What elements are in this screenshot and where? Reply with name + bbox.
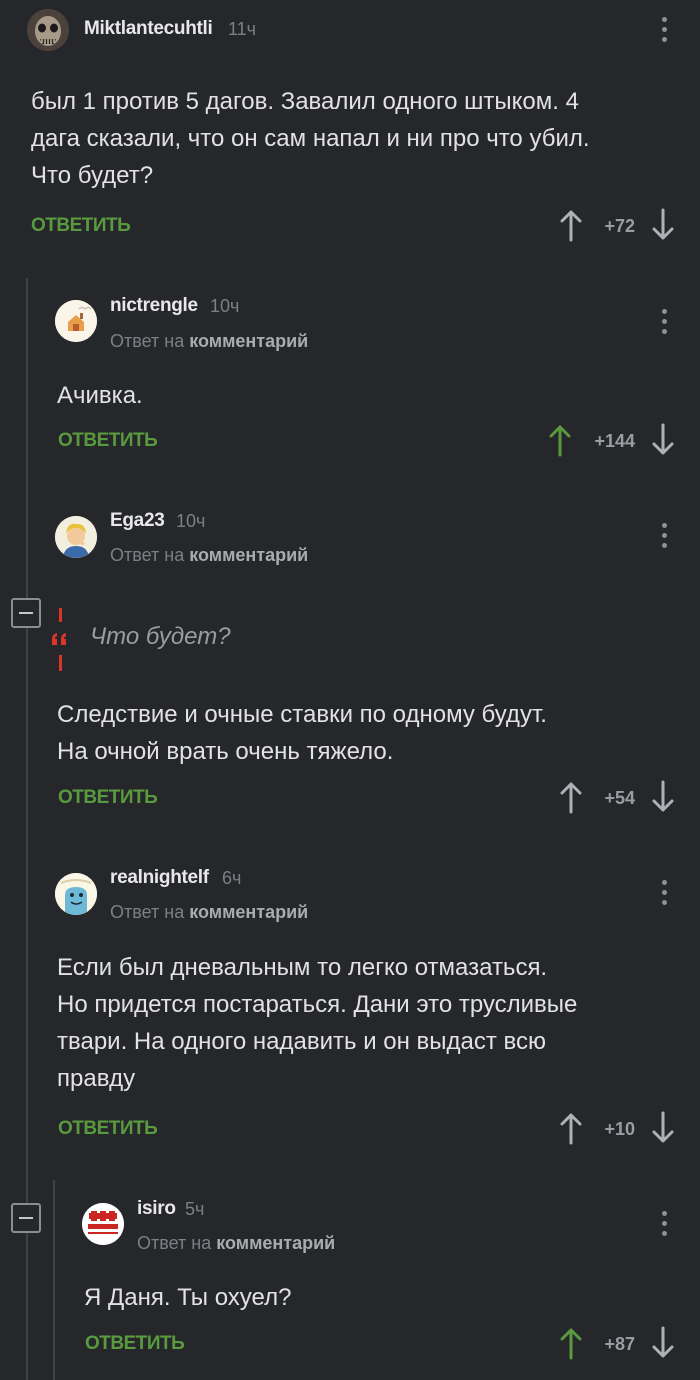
reply-button[interactable]: ОТВЕТИТЬ bbox=[85, 1333, 185, 1355]
avatar[interactable] bbox=[82, 1203, 124, 1245]
more-options-icon[interactable] bbox=[660, 1211, 668, 1241]
timestamp: 10ч bbox=[176, 511, 206, 531]
downvote-icon[interactable] bbox=[651, 1111, 675, 1145]
comment-text: Если был дневальным то легко отмазаться.… bbox=[57, 954, 578, 1092]
quote-bar-bottom bbox=[59, 655, 62, 671]
downvote-icon[interactable] bbox=[651, 780, 675, 814]
comment-text: был 1 против 5 дагов. Завалил одного шты… bbox=[31, 88, 590, 189]
more-options-icon[interactable] bbox=[660, 17, 668, 47]
timestamp: 11ч bbox=[228, 19, 257, 39]
quote-text: Что будет? bbox=[90, 623, 231, 650]
reply-target-link[interactable]: комментарий bbox=[189, 331, 308, 351]
avatar[interactable] bbox=[27, 9, 69, 51]
upvote-icon[interactable] bbox=[548, 423, 572, 457]
avatar[interactable] bbox=[55, 873, 97, 915]
reply-target-link[interactable]: комментарий bbox=[189, 902, 308, 922]
quote-icon bbox=[52, 633, 66, 645]
reply-button[interactable]: ОТВЕТИТЬ bbox=[58, 787, 158, 809]
timestamp: 10ч bbox=[210, 296, 240, 316]
username[interactable]: isiro bbox=[137, 1198, 176, 1220]
avatar[interactable] bbox=[55, 300, 97, 342]
reply-button[interactable]: ОТВЕТИТЬ bbox=[58, 1118, 158, 1140]
collapse-thread-button[interactable] bbox=[11, 1203, 41, 1233]
reply-to-label: Ответ на комментарий bbox=[110, 331, 309, 351]
more-options-icon[interactable] bbox=[660, 880, 668, 910]
more-options-icon[interactable] bbox=[660, 309, 668, 339]
reply-button[interactable]: ОТВЕТИТЬ bbox=[31, 215, 131, 237]
rating-score: +10 bbox=[604, 1119, 635, 1139]
avatar[interactable] bbox=[55, 516, 97, 558]
rating-score: +72 bbox=[604, 216, 635, 236]
more-options-icon[interactable] bbox=[660, 523, 668, 553]
downvote-icon[interactable] bbox=[651, 1326, 675, 1360]
comment-text: Я Даня. Ты охуел? bbox=[84, 1284, 292, 1311]
timestamp: 6ч bbox=[222, 868, 242, 888]
rating-score: +54 bbox=[604, 788, 635, 808]
thread-line-level-2 bbox=[53, 1180, 55, 1380]
reply-to-label: Ответ на комментарий bbox=[137, 1233, 336, 1253]
username[interactable]: Miktlantecuhtli bbox=[84, 18, 213, 40]
downvote-icon[interactable] bbox=[651, 208, 675, 242]
username[interactable]: nictrengle bbox=[110, 295, 198, 317]
quote-bar-top bbox=[59, 608, 62, 622]
downvote-icon[interactable] bbox=[651, 423, 675, 457]
rating-score: +87 bbox=[604, 1334, 635, 1354]
reply-to-label: Ответ на комментарий bbox=[110, 545, 309, 565]
reply-target-link[interactable]: комментарий bbox=[216, 1233, 335, 1253]
username[interactable]: Ega23 bbox=[110, 510, 165, 532]
reply-target-link[interactable]: комментарий bbox=[189, 545, 308, 565]
timestamp: 5ч bbox=[185, 1199, 205, 1219]
rating-score: +144 bbox=[594, 431, 635, 451]
username[interactable]: realnightelf bbox=[110, 867, 209, 889]
comment-text: Ачивка. bbox=[57, 382, 143, 409]
comment-text: Следствие и очные ставки по одному будут… bbox=[57, 701, 547, 765]
reply-button[interactable]: ОТВЕТИТЬ bbox=[58, 430, 158, 452]
reply-to-label: Ответ на комментарий bbox=[110, 902, 309, 922]
collapse-thread-button[interactable] bbox=[11, 598, 41, 628]
